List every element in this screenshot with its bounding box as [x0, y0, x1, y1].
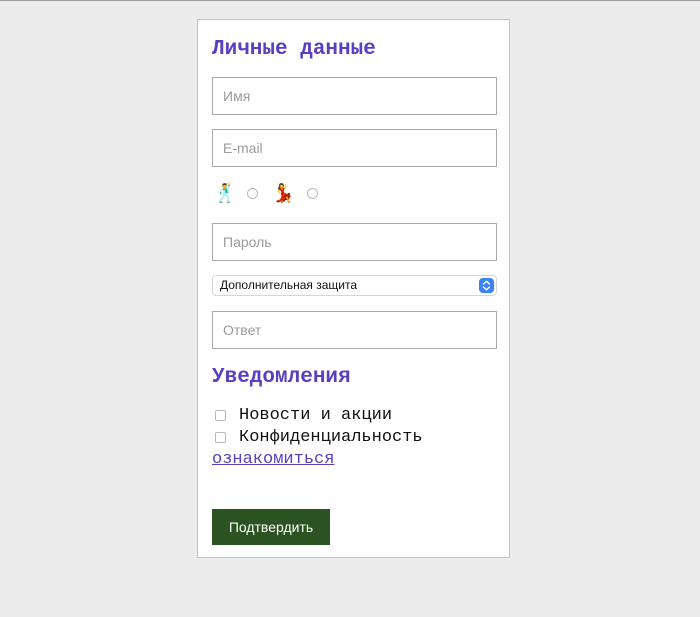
- dancing-woman-icon: 💃: [272, 183, 295, 203]
- privacy-checkbox[interactable]: [215, 432, 226, 443]
- notifications-heading: Уведомления: [212, 366, 351, 389]
- select-chevron-icon: [479, 278, 494, 293]
- news-checkbox-row: Новости и акции: [212, 406, 502, 426]
- news-checkbox-label: Новости и акции: [239, 406, 393, 425]
- security-select-value: Дополнительная защита: [220, 278, 357, 292]
- gender-female-radio[interactable]: [307, 188, 318, 199]
- privacy-checkbox-row: Конфиденциальность: [212, 428, 502, 448]
- answer-input[interactable]: [212, 311, 497, 349]
- privacy-checkbox-label: Конфиденциальность: [239, 428, 423, 447]
- name-input[interactable]: [212, 77, 497, 115]
- submit-button[interactable]: Подтвердить: [212, 509, 330, 545]
- password-input[interactable]: [212, 223, 497, 261]
- email-input[interactable]: [212, 129, 497, 167]
- personal-data-heading: Личные данные: [212, 38, 376, 61]
- security-select[interactable]: Дополнительная защита: [212, 275, 497, 296]
- privacy-link[interactable]: ознакомиться: [212, 450, 334, 470]
- gender-male-radio[interactable]: [247, 188, 258, 199]
- gender-selector: 🕺 💃: [212, 180, 497, 206]
- dancing-man-icon: 🕺: [214, 183, 237, 203]
- news-checkbox[interactable]: [215, 410, 226, 421]
- registration-form: Личные данные 🕺 💃 Дополнительная защита …: [197, 19, 510, 558]
